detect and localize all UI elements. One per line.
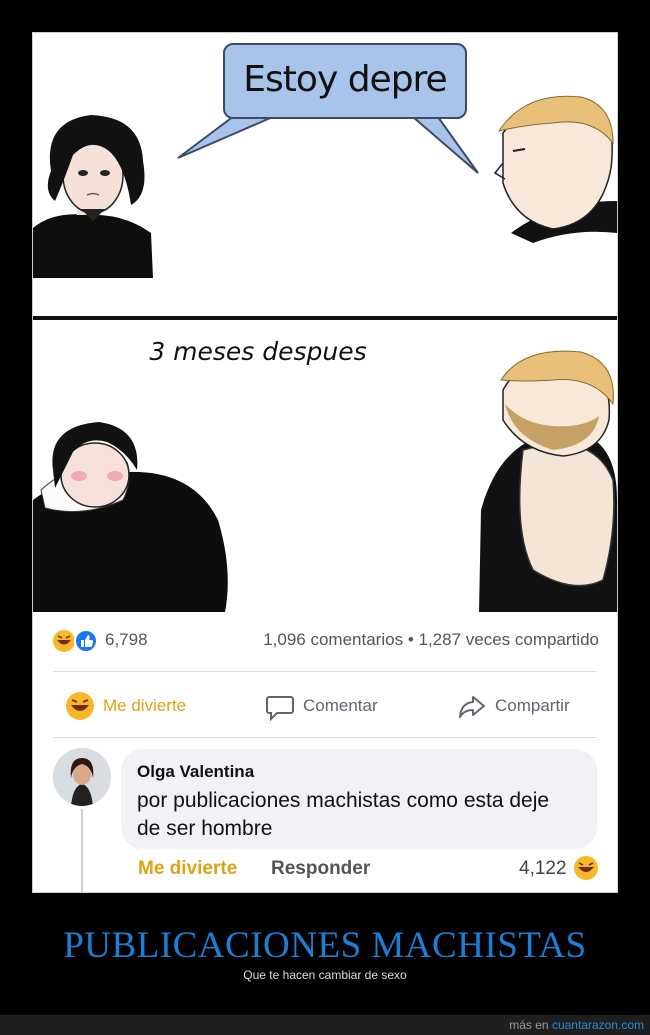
comment-button[interactable]: Comentar	[265, 685, 378, 727]
buff-chad-figure	[479, 350, 617, 612]
action-bar: Me divierte Comentar Compartir	[33, 685, 617, 727]
comment-item: Olga Valentina por publicaciones machist…	[33, 743, 617, 892]
credit-prefix: más en	[509, 1018, 549, 1032]
post-frame: Estoy depre 3 meses despues 6,798 1,096 …	[32, 32, 618, 893]
comment-author[interactable]: Olga Valentina	[137, 762, 254, 782]
comments-count[interactable]: 1,096 comentarios	[263, 630, 403, 649]
divider-line	[53, 737, 597, 738]
meme-panel-bottom: 3 meses despues	[33, 320, 617, 612]
separator-dot: •	[407, 630, 414, 649]
bottom-bar: más en cuantarazon.com	[0, 1015, 650, 1035]
avatar[interactable]	[53, 748, 111, 806]
comment-react-link[interactable]: Me divierte	[138, 858, 237, 880]
fat-girl-figure	[33, 422, 228, 612]
comment-footer: Me divierte Responder 4,122	[33, 855, 617, 885]
sad-girl-figure	[33, 115, 153, 278]
haha-emoji-icon	[66, 692, 94, 720]
haha-emoji-icon	[574, 856, 598, 880]
share-button-label: Compartir	[495, 696, 570, 715]
comment-reaction-count[interactable]: 4,122	[519, 858, 567, 880]
post-stats: 6,798 1,096 comentarios • 1,287 veces co…	[51, 627, 599, 655]
comments-shares-summary[interactable]: 1,096 comentarios • 1,287 veces comparti…	[263, 630, 599, 650]
comment-bubble-icon	[266, 696, 294, 721]
credit: más en cuantarazon.com	[509, 1018, 644, 1032]
comment-text: por publicaciones machistas como esta de…	[137, 789, 550, 840]
comment-button-label: Comentar	[303, 696, 378, 715]
comment-bubble: Olga Valentina por publicaciones machist…	[121, 749, 597, 849]
speech-bubble-text: Estoy depre	[243, 59, 447, 100]
shares-count[interactable]: 1,287 veces compartido	[419, 630, 600, 649]
reaction-count[interactable]: 6,798	[105, 630, 148, 650]
chad-figure	[493, 95, 617, 243]
share-button[interactable]: Compartir	[457, 685, 570, 727]
share-arrow-icon	[459, 696, 485, 718]
speech-bubble: Estoy depre	[223, 43, 467, 119]
reaction-icons[interactable]	[51, 627, 111, 655]
meme-panel-top: Estoy depre	[33, 33, 617, 316]
divider-line	[53, 671, 597, 672]
meme-caption: 3 meses despues	[149, 337, 367, 366]
react-button-label: Me divierte	[103, 696, 187, 715]
comment-reply-link[interactable]: Responder	[271, 858, 370, 880]
page-subtitle: Que te hacen cambiar de sexo	[243, 968, 407, 982]
site-link[interactable]: cuantarazon.com	[552, 1018, 644, 1032]
react-button[interactable]: Me divierte	[65, 685, 186, 727]
page-headline: PUBLICACIONES MACHISTAS	[63, 925, 587, 966]
